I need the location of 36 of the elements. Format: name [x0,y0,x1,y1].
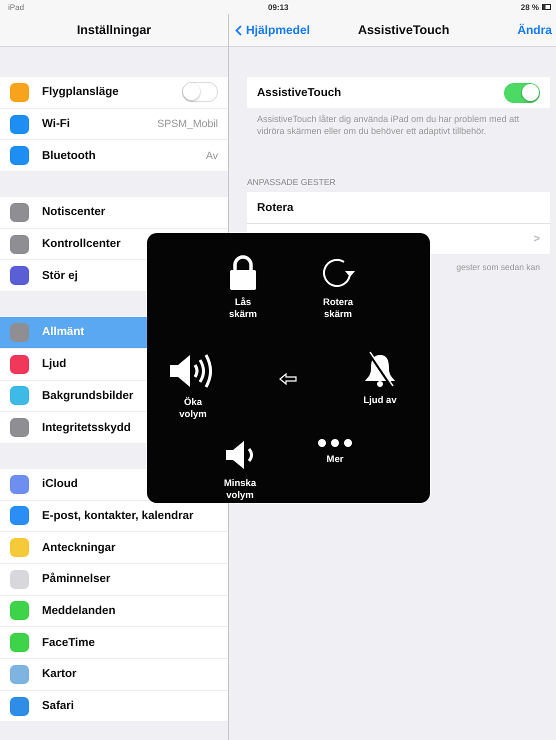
back-link[interactable]: Hjälpmedel [235,23,310,37]
settings-item[interactable]: FaceTime [0,627,228,659]
chevron-text: > [534,233,540,246]
settings-item[interactable]: Anteckningar [0,532,228,564]
battery-icon [542,4,552,10]
sidebar-title: Inställningar [76,23,152,37]
setting-value: SPSM_Mobil [157,118,218,130]
settings-item[interactable]: Safari [0,690,228,722]
settings-item[interactable]: Bluetooth Av [0,140,228,172]
settings-item[interactable]: Notiscenter [0,197,228,229]
gesture-row[interactable]: Rotera [247,192,550,224]
description-text: AssistiveTouch låter dig använda iPad om du har problem med att vidröra skärmen eller om du behöver ett adaptivt tillbehör. [257,114,520,138]
toggle-switch[interactable] [504,82,540,102]
menu-option[interactable]: Ljud av [335,351,425,408]
setting-value: Av [206,150,218,162]
toggle-switch[interactable] [182,82,218,102]
settings-item[interactable]: Påminnelser [0,564,228,596]
footer-text: gester som sedan kan [455,262,541,272]
page-title: AssistiveTouch [358,23,450,37]
lock-icon [228,255,258,291]
left-arrow-icon [279,373,297,385]
status-time: 09:13 [268,2,290,12]
battery-percent: 28 % [520,2,539,12]
edit-link[interactable]: Ändra [517,23,552,37]
section-header: ANPASSADE GESTER [247,177,337,188]
row-label: AssistiveTouch [257,86,342,98]
chevron-left-icon [235,24,242,36]
settings-item[interactable]: Kartor [0,659,228,691]
settings-item[interactable]: Wi-Fi SPSM_Mobil [0,108,228,140]
settings-item[interactable]: Flygplansläge [0,77,228,109]
speaker-icon [224,438,256,472]
device-name: iPad [8,2,26,12]
more-icon [317,438,353,448]
settings-item[interactable]: Meddelanden [0,596,228,628]
menu-option[interactable]: Rotera skärm [293,255,383,322]
menu-option[interactable]: Mer [290,438,380,466]
